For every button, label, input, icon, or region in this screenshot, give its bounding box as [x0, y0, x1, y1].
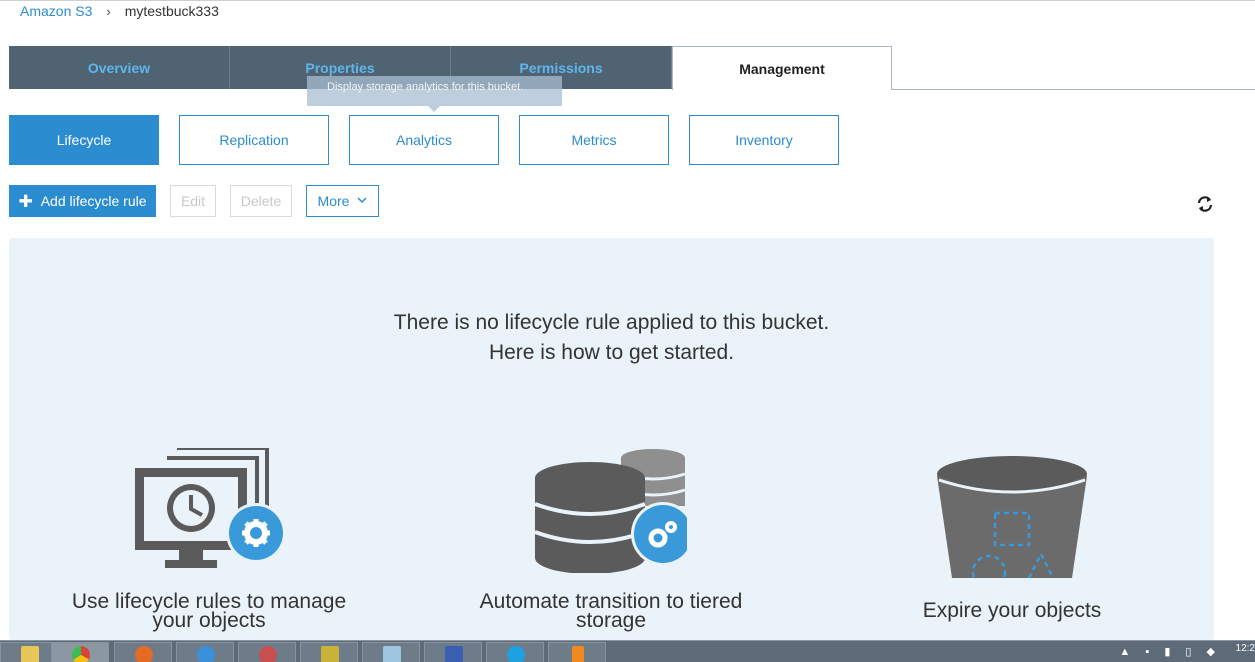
subtab-replication[interactable]: Replication	[179, 115, 329, 165]
subtab-metrics[interactable]: Metrics	[519, 115, 669, 165]
taskbar-chrome[interactable]	[51, 642, 109, 662]
explorer-icon	[21, 646, 39, 662]
breadcrumb-separator: ›	[106, 3, 111, 19]
tool-icon	[259, 646, 277, 662]
taskbar-notepad[interactable]	[362, 642, 420, 662]
network-icon	[445, 646, 463, 662]
taskbar-tool[interactable]	[238, 642, 296, 662]
subtab-analytics[interactable]: Analytics	[349, 115, 499, 165]
tiered-storage-icon	[534, 448, 695, 578]
system-tray[interactable]: ▲ ▪ ▮ ▯ ◆	[1119, 645, 1221, 658]
ie-icon	[197, 646, 215, 662]
taskbar-vlc[interactable]	[548, 642, 606, 662]
edit-button[interactable]: Edit	[170, 185, 216, 217]
feature-lifecycle-line2: your objects	[152, 609, 266, 632]
taskbar-skype[interactable]	[486, 642, 544, 662]
empty-state-panel: There is no lifecycle rule applied to th…	[9, 238, 1214, 640]
firefox-icon	[135, 646, 153, 662]
taskbar-keys[interactable]	[300, 642, 358, 662]
subtab-lifecycle[interactable]: Lifecycle	[9, 115, 159, 165]
breadcrumb: Amazon S3 › mytestbuck333	[20, 2, 219, 20]
lifecycle-monitor-icon	[135, 446, 287, 578]
skype-icon	[507, 646, 525, 662]
chevron-down-icon	[357, 196, 367, 207]
plus-icon: ✚	[18, 191, 33, 211]
more-dropdown-button[interactable]: More	[306, 185, 379, 217]
tab-management[interactable]: Management	[672, 46, 892, 90]
breadcrumb-current: mytestbuck333	[124, 3, 219, 19]
feature-transition-caption: Automate transition to tiered storage	[461, 591, 761, 632]
feature-lifecycle-caption: Use lifecycle rules to manage your objec…	[59, 591, 359, 632]
tabs-underline	[892, 89, 1255, 90]
tab-overview[interactable]: Overview	[9, 46, 230, 89]
feature-expire-caption: Expire your objects	[862, 599, 1162, 622]
vlc-icon	[572, 646, 584, 662]
taskbar-explorer[interactable]	[0, 642, 58, 662]
add-lifecycle-rule-label: Add lifecycle rule	[40, 193, 147, 209]
taskbar-network[interactable]	[424, 642, 482, 662]
os-taskbar: ▲ ▪ ▮ ▯ ◆ 12:2	[0, 640, 1255, 662]
feature-expire-line1: Expire your objects	[922, 599, 1102, 622]
empty-state-subtitle: Here is how to get started.	[488, 341, 735, 364]
chrome-icon	[72, 646, 90, 662]
add-lifecycle-rule-button[interactable]: ✚ Add lifecycle rule	[9, 185, 156, 217]
keys-icon	[321, 646, 339, 662]
analytics-tooltip: Display storage analytics for this bucke…	[307, 76, 562, 106]
empty-state-title: There is no lifecycle rule applied to th…	[393, 311, 830, 334]
taskbar-clock[interactable]: 12:2	[1236, 643, 1255, 654]
refresh-icon[interactable]	[1196, 195, 1214, 213]
s3-management-page: Amazon S3 › mytestbuck333 Overview Prope…	[0, 0, 1255, 662]
taskbar-firefox[interactable]	[114, 642, 172, 662]
subtab-inventory[interactable]: Inventory	[689, 115, 839, 165]
delete-button[interactable]: Delete	[230, 185, 292, 217]
notepad-icon	[383, 646, 401, 662]
feature-transition-line2: storage	[575, 609, 647, 632]
expire-bucket-icon	[937, 456, 1089, 590]
top-divider	[0, 0, 1255, 1]
tooltip-arrow	[428, 106, 440, 112]
breadcrumb-root-link[interactable]: Amazon S3	[20, 3, 92, 19]
more-label: More	[317, 193, 350, 209]
taskbar-ie[interactable]	[176, 642, 234, 662]
